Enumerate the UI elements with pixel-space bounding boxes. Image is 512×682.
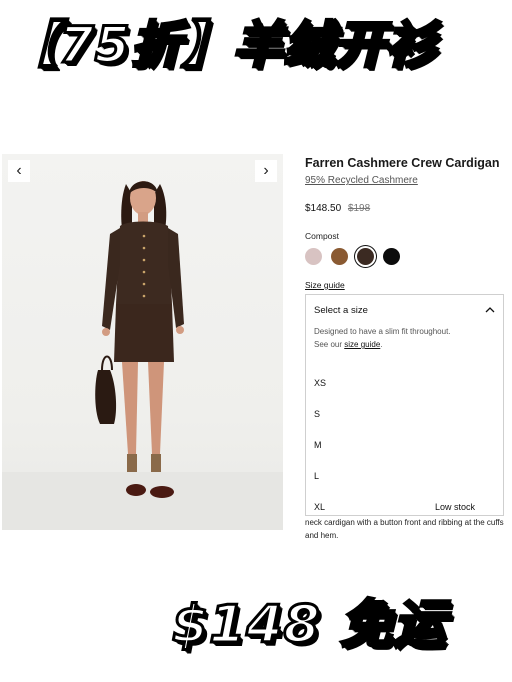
size-select-placeholder: Select a size xyxy=(314,304,368,316)
size-option-s[interactable]: S xyxy=(306,398,503,429)
promo-banner-top: 【75折】羊绒开衫 xyxy=(7,15,438,76)
size-option-label: S xyxy=(314,408,321,419)
price-row: $148.50 $198 xyxy=(305,202,505,216)
fit-note: Designed to have a slim fit throughout. … xyxy=(306,325,503,351)
fit-note-prefix: See our xyxy=(314,340,345,349)
size-options: XS S M L XL Low stock xyxy=(306,367,503,522)
stock-note: Low stock xyxy=(434,501,475,512)
swatch-blush[interactable] xyxy=(305,248,322,265)
swatch-black[interactable] xyxy=(383,248,400,265)
fit-note-line: Designed to have a slim fit throughout. xyxy=(314,327,451,336)
size-option-l[interactable]: L xyxy=(306,460,503,491)
swatch-compost[interactable] xyxy=(357,248,374,265)
size-dropdown: Select a size Designed to have a slim fi… xyxy=(305,294,504,516)
size-guide-inline-link[interactable]: size guide xyxy=(344,340,380,349)
size-guide-link[interactable]: Size guide xyxy=(305,279,505,291)
product-info: Farren Cashmere Crew Cardigan 95% Recycl… xyxy=(305,154,505,291)
chevron-up-icon xyxy=(485,307,495,313)
next-image-button[interactable]: › xyxy=(255,160,277,182)
size-option-label: XL xyxy=(314,501,326,512)
product-image[interactable]: ‹ › xyxy=(2,154,283,530)
product-description: neck cardigan with a button front and ri… xyxy=(305,518,504,540)
previous-image-button[interactable]: ‹ xyxy=(8,160,30,182)
chevron-left-icon: ‹ xyxy=(16,162,22,179)
size-option-label: XS xyxy=(314,377,327,388)
model-photo xyxy=(2,181,283,530)
original-price: $198 xyxy=(347,203,371,214)
size-option-label: L xyxy=(314,470,320,481)
color-swatches xyxy=(305,248,505,265)
size-option-xs[interactable]: XS xyxy=(306,367,503,398)
size-option-label: M xyxy=(314,439,322,450)
size-select-header[interactable]: Select a size xyxy=(306,295,503,325)
promo-banner-bottom: $148 免运 xyxy=(171,594,447,657)
chevron-right-icon: › xyxy=(263,162,269,179)
product-title: Farren Cashmere Crew Cardigan xyxy=(305,156,500,170)
current-price: $148.50 xyxy=(305,203,342,214)
size-option-m[interactable]: M xyxy=(306,429,503,460)
fit-note-suffix: . xyxy=(380,340,383,349)
material-link[interactable]: 95% Recycled Cashmere xyxy=(305,174,505,188)
fit-note-guide: See our size guide. xyxy=(314,338,495,351)
color-label: Compost xyxy=(305,231,340,241)
swatch-camel[interactable] xyxy=(331,248,348,265)
